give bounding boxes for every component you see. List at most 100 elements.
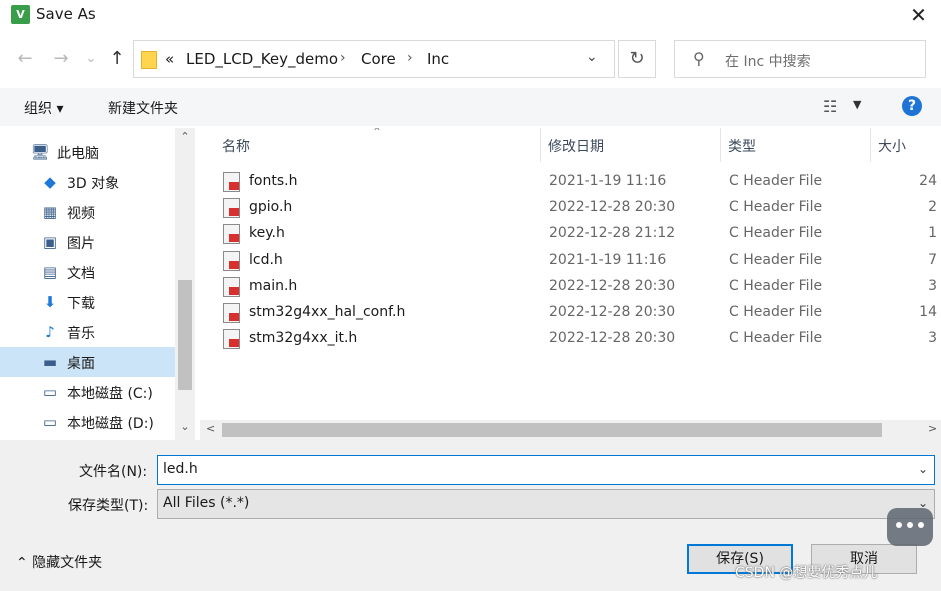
- organize-button[interactable]: 组织 ▾: [24, 98, 63, 118]
- sidebar-item[interactable]: ▣ 图片: [0, 227, 175, 257]
- file-name: fonts.h: [249, 173, 298, 189]
- sidebar-item-icon: ▭: [42, 383, 58, 401]
- breadcrumb-led-lcd-key-demo[interactable]: LED_LCD_Key_demo: [186, 50, 338, 68]
- filetype-value: All Files (*.*): [163, 495, 250, 511]
- file-date: 2022-12-28 20:30: [549, 304, 676, 320]
- column-header-size[interactable]: 大小: [878, 128, 906, 162]
- new-folder-button[interactable]: 新建文件夹: [108, 98, 178, 118]
- scroll-up-icon[interactable]: ⌃: [175, 130, 195, 143]
- column-divider[interactable]: [870, 128, 871, 162]
- file-row[interactable]: stm32g4xx_it.h 2022-12-28 20:30 C Header F…: [200, 326, 941, 352]
- sidebar-item[interactable]: ▭ 本地磁盘 (C:): [0, 377, 175, 407]
- address-dropdown-icon[interactable]: ⌄: [586, 49, 598, 65]
- sidebar-item-icon: ▦: [42, 203, 58, 221]
- help-icon[interactable]: ?: [902, 96, 922, 116]
- file-type: C Header File: [729, 277, 823, 294]
- breadcrumb-core[interactable]: Core: [361, 50, 396, 68]
- column-divider[interactable]: [540, 128, 541, 162]
- header-file-icon: [223, 224, 240, 245]
- header-file-icon: [223, 329, 240, 350]
- scroll-left-icon[interactable]: <: [206, 422, 215, 435]
- scroll-down-icon[interactable]: ⌄: [175, 420, 195, 433]
- view-options-icon[interactable]: ☷: [823, 97, 837, 116]
- sidebar-item[interactable]: ▦ 视频: [0, 197, 175, 227]
- breadcrumb-separator-icon[interactable]: ›: [340, 50, 346, 66]
- sidebar-item-label: 文档: [67, 266, 95, 282]
- file-date: 2022-12-28 21:12: [549, 225, 676, 242]
- address-bar[interactable]: « LED_LCD_Key_demo › Core › Inc ⌄: [133, 40, 615, 78]
- file-badge-icon: [229, 208, 239, 217]
- sidebar-item[interactable]: ▬ 桌面: [0, 347, 175, 377]
- sidebar-item-label: 下载: [67, 296, 95, 312]
- file-badge-icon: [229, 313, 239, 321]
- file-name: stm32g4xx_hal_conf.h: [249, 304, 406, 320]
- sidebar-item[interactable]: ▤ 文档: [0, 257, 175, 287]
- search-box[interactable]: ⚲ 在 Inc 中搜索: [674, 40, 926, 78]
- sidebar-item[interactable]: ⬇ 下载: [0, 287, 175, 317]
- file-list-horizontal-scrollbar[interactable]: < >: [200, 420, 941, 440]
- sidebar-item-label: 此电脑: [57, 146, 99, 162]
- file-size: 14: [919, 304, 937, 320]
- file-size: 7: [928, 251, 937, 268]
- filetype-select[interactable]: All Files (*.*) ⌄: [157, 489, 935, 519]
- folder-icon: [141, 51, 157, 69]
- sidebar-item-label: 3D 对象: [67, 176, 120, 192]
- sidebar-item-icon: ♪: [45, 323, 55, 341]
- column-header-type[interactable]: 类型: [728, 128, 756, 162]
- view-dropdown-icon[interactable]: ▼: [853, 98, 861, 111]
- close-button[interactable]: ✕: [896, 0, 941, 30]
- breadcrumb-separator-icon[interactable]: ›: [407, 50, 413, 66]
- sort-ascending-icon: ⌃: [372, 128, 383, 139]
- search-icon: ⚲: [693, 49, 705, 68]
- sidebar-scroll-thumb[interactable]: [178, 280, 192, 390]
- sidebar-item[interactable]: 🖥 此电脑: [0, 137, 175, 167]
- filetype-label: 保存类型(T):: [68, 498, 149, 514]
- file-row[interactable]: fonts.h 2021-1-19 11:16 C Header File 24: [200, 169, 941, 195]
- search-input[interactable]: 在 Inc 中搜索: [725, 51, 811, 71]
- filename-dropdown-icon[interactable]: ⌄: [918, 462, 928, 476]
- sidebar-item-icon: ▣: [42, 233, 58, 251]
- filename-label: 文件名(N):: [79, 464, 148, 480]
- scroll-right-icon[interactable]: >: [928, 422, 937, 435]
- file-name: key.h: [249, 225, 285, 242]
- header-file-icon: [223, 276, 240, 297]
- sidebar-item-label: 音乐: [67, 326, 95, 342]
- breadcrumb-overflow[interactable]: «: [165, 50, 174, 68]
- header-file-icon: [223, 198, 240, 219]
- sidebar-item[interactable]: ◆ 3D 对象: [0, 167, 175, 197]
- file-date: 2022-12-28 20:30: [549, 277, 676, 294]
- filename-value[interactable]: led.h: [163, 461, 198, 477]
- column-header-date[interactable]: 修改日期: [548, 128, 604, 162]
- watermark: CSDN @想要优秀点儿: [735, 565, 878, 581]
- file-row[interactable]: gpio.h 2022-12-28 20:30 C Header File 2: [200, 195, 941, 221]
- file-date: 2022-12-28 20:30: [549, 330, 676, 347]
- breadcrumb-inc[interactable]: Inc: [427, 50, 449, 68]
- file-type: C Header File: [729, 251, 823, 268]
- sidebar-scrollbar[interactable]: ⌃ ⌄: [175, 128, 195, 440]
- file-row[interactable]: lcd.h 2021-1-19 11:16 C Header File 7: [200, 248, 941, 274]
- sidebar-item[interactable]: ▭ 本地磁盘 (D:): [0, 407, 175, 437]
- recent-locations-chevron-icon[interactable]: ⌄: [80, 48, 102, 70]
- file-row[interactable]: key.h 2022-12-28 21:12 C Header File 1: [200, 221, 941, 247]
- forward-arrow-icon[interactable]: →: [50, 48, 72, 70]
- up-arrow-icon[interactable]: ↑: [106, 48, 128, 70]
- horizontal-scroll-thumb[interactable]: [222, 423, 882, 437]
- file-row[interactable]: stm32g4xx_hal_conf.h 2022-12-28 20:30 C He…: [200, 300, 941, 326]
- sidebar-item[interactable]: ♪ 音乐: [0, 317, 175, 347]
- column-header-name[interactable]: 名称: [222, 128, 250, 162]
- navigation-pane: 🖥 此电脑 ◆ 3D 对象 ▦ 视频 ▣ 图片 ▤ 文档 ⬇ 下载 ♪ 音乐 ▬ 桌面 ▭ 本地磁盘 (C:) ▭ 本…: [0, 128, 195, 440]
- file-name: lcd.h: [249, 251, 283, 268]
- file-date: 2022-12-28 20:30: [549, 199, 676, 216]
- column-divider[interactable]: [720, 128, 721, 162]
- refresh-icon[interactable]: ↻: [618, 40, 656, 78]
- filename-field[interactable]: led.h ⌄: [157, 455, 935, 485]
- file-badge-icon: [229, 260, 239, 269]
- hide-folders-button[interactable]: ⌃ 隐藏文件夹: [16, 552, 102, 572]
- file-type: C Header File: [729, 173, 823, 189]
- sidebar-item-label: 图片: [67, 236, 95, 252]
- back-arrow-icon[interactable]: ←: [14, 48, 36, 70]
- file-badge-icon: [229, 234, 239, 243]
- file-row[interactable]: main.h 2022-12-28 20:30 C Header File 3: [200, 274, 941, 300]
- chat-bubble-icon: [887, 508, 933, 546]
- file-badge-icon: [229, 339, 239, 348]
